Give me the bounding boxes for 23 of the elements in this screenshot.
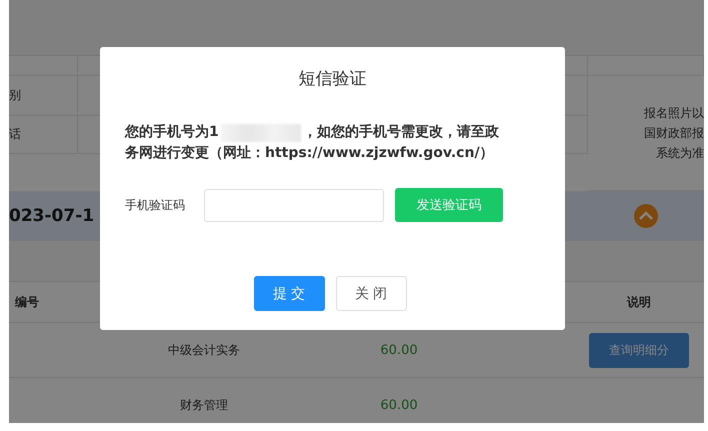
date-text: 023-07-1 xyxy=(9,206,94,226)
submit-button[interactable]: 提 交 xyxy=(254,276,324,311)
row-label: 别 xyxy=(9,87,21,104)
message-text: 务网进行变更（网址：https://www.zjzwfw.gov.cn/） xyxy=(125,144,494,163)
photo-note-text: 系统为准 xyxy=(656,145,704,162)
column-header: 说明 xyxy=(626,294,652,310)
code-input-field[interactable] xyxy=(204,188,384,222)
score-detail-button[interactable]: 查询明细分 xyxy=(589,332,689,368)
code-label: 手机验证码 xyxy=(125,196,186,214)
message-text: 您的手机号为1 xyxy=(125,123,219,142)
row-label: 话 xyxy=(9,126,21,143)
table-cell-text: 财务管理 xyxy=(179,396,229,414)
close-button[interactable]: 关 闭 xyxy=(336,276,406,311)
photo-note-text: 国财政部报 xyxy=(644,125,704,142)
chevron-up-icon[interactable] xyxy=(634,204,658,228)
photo-note-text: 报名照片以 xyxy=(644,105,704,122)
dialog-title: 短信验证 xyxy=(298,68,366,90)
table-cell-text: 中级会计实务 xyxy=(167,342,241,358)
score-cell-text: 60.00 xyxy=(379,342,419,358)
column-header: 编号 xyxy=(14,294,40,310)
send-code-button[interactable]: 发送验证码 xyxy=(395,188,503,222)
score-cell-text: 60.00 xyxy=(379,398,419,412)
message-text: ，如您的手机号需更改，请至政 xyxy=(302,123,499,142)
